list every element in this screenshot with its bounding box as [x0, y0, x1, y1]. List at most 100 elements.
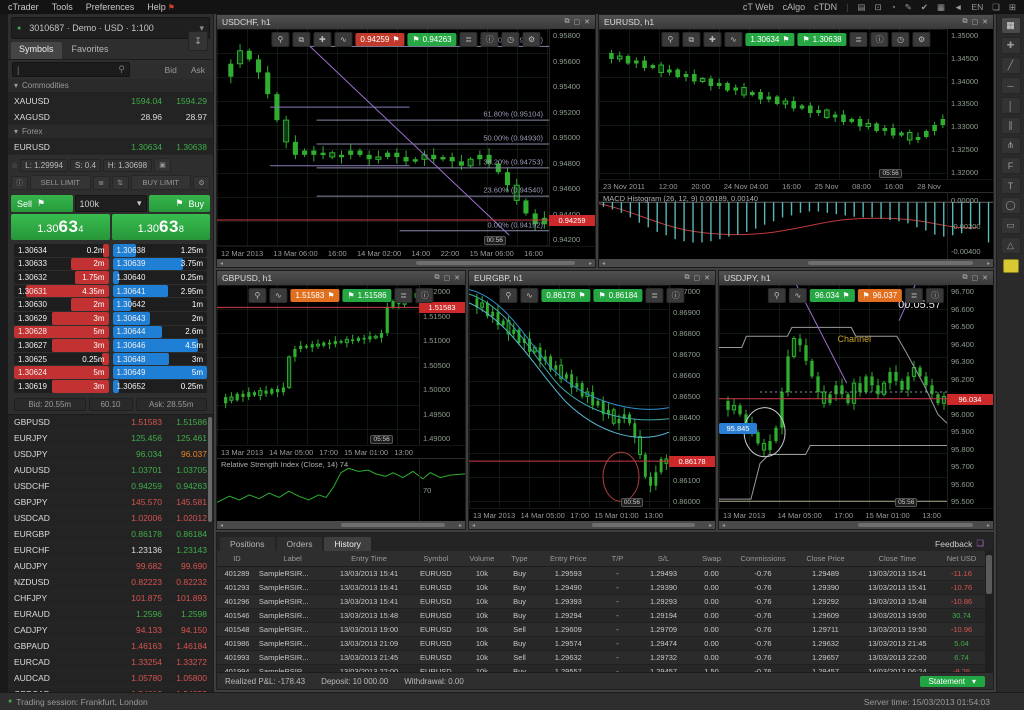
chart-tool-button[interactable]: ⚲ [248, 288, 266, 303]
price-axis[interactable]: 1.350001.345001.340001.335001.330001.325… [947, 29, 993, 179]
column-header[interactable]: S/L [636, 554, 692, 563]
dom-bid-row[interactable]: 1.30630 2m [14, 298, 109, 311]
table-row[interactable]: 401546 SampleRSIR... 13/03/2013 15:48 EU… [217, 609, 985, 623]
buy-quote-badge[interactable]: ⚑0.86184 [594, 289, 643, 302]
chart-tool-button[interactable]: ≣ [395, 288, 413, 303]
drawing-tool-button[interactable]: ◯ [1001, 197, 1021, 214]
menubar-icon[interactable]: ▤ [857, 2, 865, 13]
dom-ask-row[interactable]: 1.30640 0.25m [113, 271, 208, 284]
watchlist-row[interactable]: GBPAUD 1.46163 1.46184 [8, 639, 213, 655]
window-button[interactable]: ▢ [444, 274, 451, 282]
column-header[interactable]: Net USD [938, 554, 985, 563]
window-button[interactable]: ▢ [574, 18, 581, 26]
menubar-icon[interactable]: ◔ [891, 2, 896, 13]
chart-hscrollbar[interactable]: ◂▸ [217, 521, 465, 529]
time-axis[interactable]: 13 Mar 201314 Mar 05:0017:0015 Mar 01:00… [719, 508, 993, 521]
dom-ask-row[interactable]: 1.30648 3m [113, 353, 208, 366]
watchlist-row[interactable]: EURGBP 0.86178 0.86184 [8, 527, 213, 543]
chart-titlebar[interactable]: EURUSD, h1 ⧉▢✕ [599, 15, 993, 29]
sell-quote-badge[interactable]: 0.86178⚑ [541, 289, 590, 302]
color-swatch[interactable] [1003, 259, 1019, 273]
menubar-icon[interactable]: ◄ [954, 2, 962, 13]
drawing-tool-button[interactable]: ▭ [1001, 217, 1021, 234]
sell-quote-badge[interactable]: 1.30634⚑ [745, 33, 794, 46]
column-header[interactable]: Swap [692, 554, 732, 563]
statement-button[interactable]: Statement ▾ [920, 676, 985, 687]
dom-ask-row[interactable]: 1.30638 1.25m [113, 244, 208, 257]
volume-select[interactable]: 100k ▾ [75, 195, 147, 212]
table-row[interactable]: 401289 SampleRSIR... 13/03/2013 15:41 EU… [217, 567, 985, 581]
chart-titlebar[interactable]: USDCHF, h1 ⧉▢✕ [217, 15, 595, 29]
chart-tool-button[interactable]: ✚ [703, 32, 721, 47]
chart-hscrollbar[interactable]: ◂▸ [599, 259, 993, 267]
sell-quote-badge[interactable]: 96.034⚑ [810, 289, 855, 302]
drawing-tool-button[interactable]: ─ [1001, 77, 1021, 94]
menubar-icon[interactable]: ▦ [937, 2, 945, 13]
chart-tool-button[interactable]: ⧉ [292, 32, 310, 47]
table-row[interactable]: 401296 SampleRSIR... 13/03/2013 15:41 EU… [217, 595, 985, 609]
price-pane[interactable]: 05:56 [599, 29, 947, 179]
chart-titlebar[interactable]: EURGBP, h1 ⧉▢✕ [469, 271, 715, 285]
chart-tool-button[interactable]: ≣ [646, 288, 664, 303]
column-header[interactable]: ID [217, 554, 257, 563]
drawing-tool-button[interactable]: │ [1001, 97, 1021, 114]
menubar-icon[interactable]: EN [971, 2, 983, 13]
table-row[interactable]: 401994 SampleRSIR... 13/03/2013 22:00 EU… [217, 665, 985, 672]
sidebar-tab[interactable]: Symbols [11, 42, 62, 59]
watchlist-row[interactable]: AUDCAD 1.05780 1.05800 [8, 671, 213, 687]
orders-tab[interactable]: Positions [220, 537, 275, 551]
watchlist-scrollbar[interactable] [208, 417, 212, 522]
chart-tool-button[interactable]: ∿ [334, 32, 352, 47]
table-row[interactable]: 401993 SampleRSIR... 13/03/2013 21:45 EU… [217, 651, 985, 665]
sell-cap[interactable]: Sell ⚑ [11, 195, 73, 212]
favorite-star-icon[interactable]: ☆ [11, 161, 18, 170]
rsi-pane[interactable]: Relative Strength Index (Close, 14) 74 7… [217, 458, 465, 521]
menu-item[interactable]: Preferences [86, 2, 135, 12]
menubar-icon[interactable]: ⊞ [1009, 2, 1016, 13]
orders-tab[interactable]: Orders [277, 537, 323, 551]
watchlist-row[interactable]: USDCHF 0.94259 0.94263 [8, 479, 213, 495]
dom-bid-row[interactable]: 1.30634 0.2m [14, 244, 109, 257]
menu-item[interactable]: cTrader [8, 2, 39, 12]
chart-hscrollbar[interactable]: ◂▸ [469, 521, 715, 529]
search-input[interactable]: |⚲ [12, 62, 130, 77]
price-axis[interactable]: 0.870000.869000.868000.867000.866000.865… [669, 285, 715, 508]
price-pane[interactable]: Channel 95.845 05:56 [719, 285, 947, 508]
watchlist-row[interactable]: EURAUD 1.2596 1.2598 [8, 607, 213, 623]
window-button[interactable]: ✕ [704, 274, 710, 282]
depth-icon[interactable]: ▣ [154, 158, 171, 172]
window-button[interactable]: ▢ [972, 18, 979, 26]
group-commodities[interactable]: ▾ Commodities [8, 79, 213, 93]
window-button[interactable]: ▢ [972, 274, 979, 282]
price-axis[interactable]: 0.958000.956000.954000.952000.950000.948… [549, 29, 595, 246]
watchlist-row[interactable]: CADJPY 94.133 94.150 [8, 623, 213, 639]
link-ctdn[interactable]: cTDN [814, 2, 837, 12]
chart-tool-button[interactable]: ⚲ [661, 32, 679, 47]
chart-tool-button[interactable]: ∿ [520, 288, 538, 303]
column-header[interactable]: Volume [462, 554, 502, 563]
price-pane[interactable]: 00:56 [469, 285, 669, 508]
symbol-row[interactable]: XAUUSD 1594.04 1594.29 [8, 93, 213, 109]
alert-flag-icon[interactable]: ⚑ [168, 3, 175, 12]
sell-quote-badge[interactable]: 0.94259⚑ [355, 33, 404, 46]
watchlist-row[interactable]: AUDUSD 1.03701 1.03705 [8, 463, 213, 479]
table-row[interactable]: 401293 SampleRSIR... 13/03/2013 15:41 EU… [217, 581, 985, 595]
buy-limit-button[interactable]: BUY LIMIT [131, 175, 192, 190]
window-button[interactable]: ⧉ [963, 274, 968, 282]
sidebar-tab[interactable]: Favorites [64, 42, 117, 59]
buy-cap[interactable]: ⚑ Buy [149, 195, 211, 212]
chart-tool-button[interactable]: ≣ [460, 32, 478, 47]
buy-quote-badge[interactable]: ⚑96.037 [858, 289, 903, 302]
table-scrollbar[interactable] [985, 551, 993, 673]
chart-titlebar[interactable]: USDJPY, h1 ⧉▢✕ [719, 271, 993, 285]
dom-ask-row[interactable]: 1.30639 3.75m [113, 258, 208, 271]
chart-tool-button[interactable]: ◷ [892, 32, 910, 47]
sell-price-button[interactable]: 1.30634 [11, 214, 110, 240]
buy-quote-badge[interactable]: ⚑1.51586 [343, 289, 392, 302]
chart-tool-button[interactable]: ≣ [905, 288, 923, 303]
chart-tool-button[interactable]: ⓘ [871, 32, 889, 47]
chart-hscrollbar[interactable]: ◂▸ [217, 259, 595, 267]
chart-tool-button[interactable]: ∿ [789, 288, 807, 303]
chart-tool-button[interactable]: ✚ [313, 32, 331, 47]
column-header[interactable]: Entry Time [328, 554, 409, 563]
